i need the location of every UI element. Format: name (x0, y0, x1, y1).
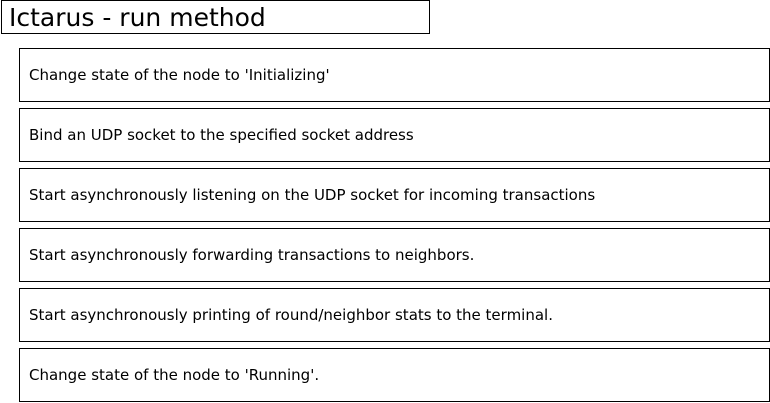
step-label: Start asynchronously printing of round/n… (29, 306, 553, 324)
diagram-title-box: Ictarus - run method (1, 0, 430, 34)
step-box-bind-udp-socket: Bind an UDP socket to the specified sock… (19, 108, 770, 162)
step-box-forward-transactions: Start asynchronously forwarding transact… (19, 228, 770, 282)
step-label: Start asynchronously forwarding transact… (29, 246, 475, 264)
step-label: Change state of the node to 'Running'. (29, 366, 320, 384)
step-box-listen-udp-socket: Start asynchronously listening on the UD… (19, 168, 770, 222)
step-box-print-stats: Start asynchronously printing of round/n… (19, 288, 770, 342)
step-label: Bind an UDP socket to the specified sock… (29, 126, 414, 144)
step-label: Start asynchronously listening on the UD… (29, 186, 596, 204)
step-box-change-state-initializing: Change state of the node to 'Initializin… (19, 48, 770, 102)
diagram-title: Ictarus - run method (9, 3, 266, 32)
step-label: Change state of the node to 'Initializin… (29, 66, 330, 84)
step-box-change-state-running: Change state of the node to 'Running'. (19, 348, 770, 402)
